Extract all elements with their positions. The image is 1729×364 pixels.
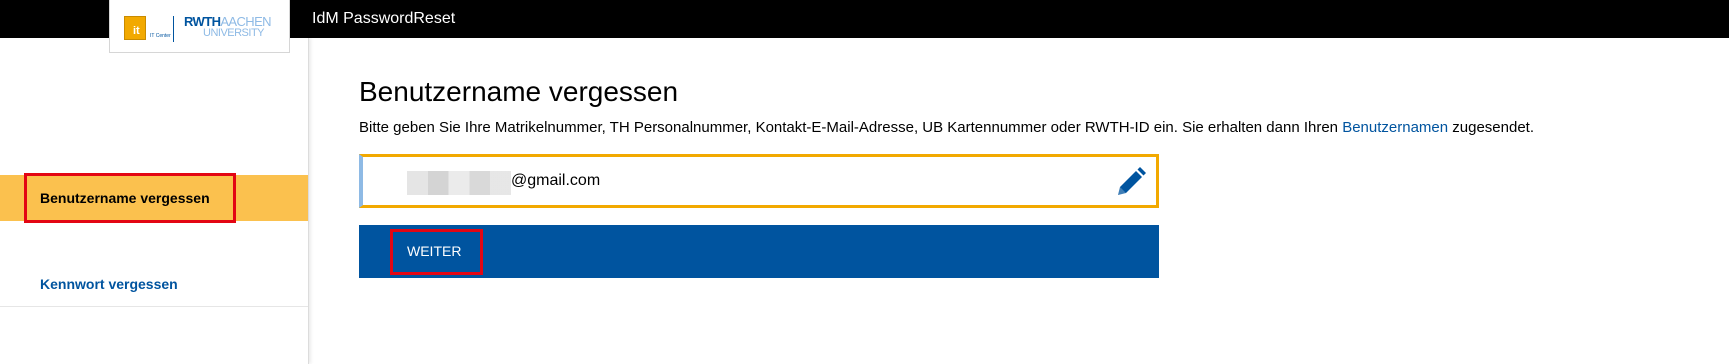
username-input[interactable] bbox=[407, 167, 1191, 195]
page-description: Bitte geben Sie Ihre Matrikelnummer, TH … bbox=[359, 118, 1534, 138]
logo-divider bbox=[173, 16, 174, 42]
sidebar-item-label: Benutzername vergessen bbox=[40, 190, 210, 206]
sidebar-item-kennwort-vergessen[interactable]: Kennwort vergessen bbox=[0, 261, 308, 307]
username-input-field[interactable] bbox=[359, 154, 1191, 208]
sidebar-item-benutzername-vergessen[interactable]: Benutzername vergessen bbox=[0, 175, 308, 221]
university-text: UNIVERSITY bbox=[203, 27, 265, 39]
sidebar-nav: Benutzername vergessen Kennwort vergesse… bbox=[0, 38, 309, 364]
page-title: Benutzername vergessen bbox=[359, 76, 679, 107]
it-logo-text: it bbox=[133, 25, 140, 37]
sidebar-item-label: Kennwort vergessen bbox=[40, 276, 178, 292]
description-suffix: zugesendet. bbox=[1448, 119, 1535, 136]
weiter-button[interactable]: WEITER bbox=[359, 225, 1159, 278]
it-center-label: IT Center bbox=[150, 33, 171, 39]
benutzernamen-link[interactable]: Benutzernamen bbox=[1342, 119, 1448, 136]
it-center-logo-icon: it bbox=[124, 16, 146, 40]
app-title: IdM PasswordReset bbox=[312, 10, 456, 27]
description-text: Bitte geben Sie Ihre Matrikelnummer, TH … bbox=[359, 119, 1343, 136]
rwth-logo[interactable]: it IT Center RWTHAACHEN UNIVERSITY bbox=[109, 0, 290, 53]
pencil-icon bbox=[1118, 167, 1146, 195]
weiter-label: WEITER bbox=[407, 243, 462, 259]
